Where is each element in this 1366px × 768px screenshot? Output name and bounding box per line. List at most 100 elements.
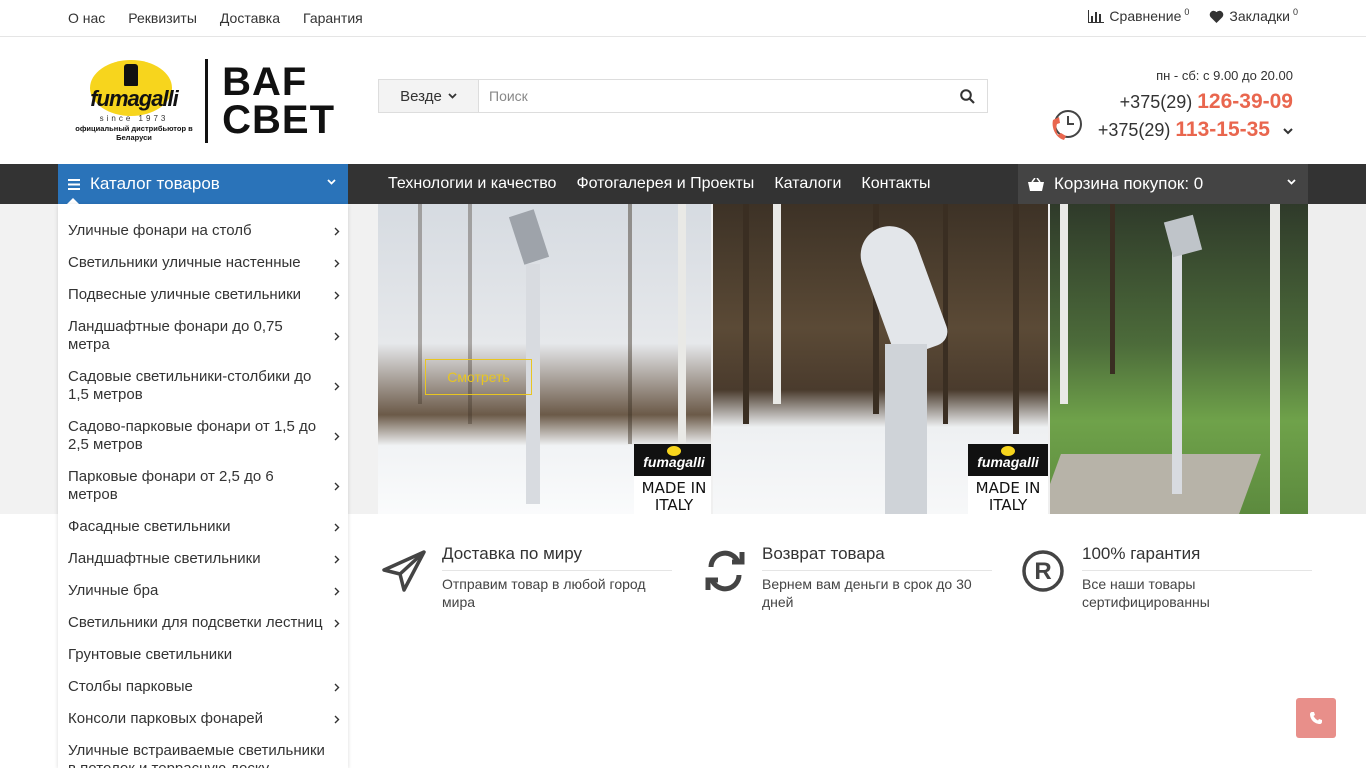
sidebar-category-item[interactable]: Уличные фонари на столб [58, 222, 348, 240]
nav-link-gallery[interactable]: Фотогалерея и Проекты [576, 175, 754, 193]
chevron-down-icon[interactable] [1283, 128, 1293, 135]
catalog-label: Каталог товаров [90, 174, 220, 193]
view-button[interactable]: Смотреть [425, 359, 532, 395]
fumagalli-badge: fumagalli MADE IN ITALY [634, 444, 711, 514]
chevron-right-icon [334, 555, 340, 564]
sidebar-category-label: Столбы парковые [68, 678, 193, 695]
badge-line-1: MADE IN [641, 479, 707, 497]
top-link-about[interactable]: О нас [68, 10, 105, 26]
sidebar-category-label: Садовые светильники-столбики до 1,5 метр… [68, 368, 312, 403]
top-link-delivery[interactable]: Доставка [220, 10, 280, 26]
distributor-label: официальный дистрибьютор в Беларуси [75, 124, 193, 142]
phone-2-prefix: +375(29) [1097, 120, 1171, 140]
cart-button[interactable]: Корзина покупок: 0 [1018, 164, 1308, 204]
badge-line-2: ITALY [654, 496, 694, 514]
feature-desc: Вернем вам деньги в срок до 30 дней [762, 576, 972, 610]
sidebar-category-item[interactable]: Садово-парковые фонари от 1,5 до 2,5 мет… [58, 418, 348, 454]
nav-link-technology[interactable]: Технологии и качество [388, 175, 556, 193]
logo-divider [205, 59, 209, 143]
sidebar-category-label: Уличные фонари на столб [68, 222, 252, 239]
sidebar-category-label: Подвесные уличные светильники [68, 286, 302, 303]
sidebar-category-item[interactable]: Уличные встраиваемые светильники в потол… [58, 742, 348, 768]
compare-label: Сравнение [1109, 8, 1182, 24]
nav-link-catalogs[interactable]: Каталоги [774, 175, 841, 193]
bookmarks-count: 0 [1292, 7, 1298, 17]
sidebar-category-item[interactable]: Парковые фонари от 2,5 до 6 метров [58, 468, 348, 504]
feature-desc: Все наши товары сертифицированны [1082, 576, 1210, 610]
logo-line-1: BAF [222, 60, 308, 104]
chevron-down-icon [327, 179, 336, 185]
chevron-right-icon [334, 259, 340, 268]
sidebar-category-item[interactable]: Консоли парковых фонарей [58, 710, 348, 728]
bookmarks-link[interactable]: Закладки 0 [1209, 7, 1298, 24]
logo-line-2: СВЕТ [222, 98, 335, 142]
sidebar-category-item[interactable]: Светильники для подсветки лестниц [58, 614, 348, 632]
sidebar-category-item[interactable]: Уличные бра [58, 582, 348, 600]
sidebar-category-label: Ландшафтные светильники [68, 550, 261, 567]
sidebar-category-item[interactable]: Ландшафтные фонари до 0,75 метра [58, 318, 348, 354]
callback-button[interactable] [1296, 698, 1336, 738]
phone-2-number: 113-15-35 [1175, 118, 1270, 141]
phone-1-number: 126-39-09 [1197, 90, 1293, 113]
top-links: О нас Реквизиты Доставка Гарантия [68, 10, 386, 26]
sidebar-category-item[interactable]: Светильники уличные настенные [58, 254, 348, 272]
banner-photo-2: fumagalli MADE IN ITALY [713, 204, 1048, 514]
sidebar-category-label: Уличные бра [68, 582, 159, 599]
phone-2[interactable]: +375(29) 113-15-35 [1098, 116, 1293, 144]
top-link-requisites[interactable]: Реквизиты [128, 10, 197, 26]
main-nav-links: Технологии и качество Фотогалерея и Прое… [388, 164, 951, 204]
compare-link[interactable]: Сравнение 0 [1088, 7, 1189, 24]
search-icon [959, 88, 975, 104]
chevron-right-icon [334, 382, 340, 391]
refresh-icon [705, 550, 745, 592]
fumagalli-wordmark: fumagalli [90, 86, 179, 111]
chevron-right-icon [334, 332, 340, 341]
search-button[interactable] [947, 80, 987, 112]
sidebar-category-item[interactable]: Столбы парковые [58, 678, 348, 696]
phone-1[interactable]: +375(29) 126-39-09 [1098, 88, 1293, 116]
badge-line-2: ITALY [988, 496, 1028, 514]
hamburger-icon [68, 178, 80, 190]
site-logo[interactable]: fumagalli since 1973 официальный дистриб… [70, 58, 335, 144]
chevron-right-icon [334, 619, 340, 628]
sidebar-category-label: Светильники уличные настенные [68, 254, 301, 271]
badge-line-1: MADE IN [975, 479, 1041, 497]
nav-link-contacts[interactable]: Контакты [861, 175, 930, 193]
sidebar-category-label: Уличные встраиваемые светильники в потол… [68, 742, 325, 768]
search-scope-dropdown[interactable]: Везде [379, 80, 479, 112]
feature-delivery: Доставка по миру Отправим товар в любой … [382, 544, 672, 614]
sidebar-category-item[interactable]: Ландшафтные светильники [58, 550, 348, 568]
catalog-button[interactable]: Каталог товаров [58, 164, 348, 205]
bar-chart-icon [1088, 9, 1105, 23]
fumagalli-badge: fumagalli MADE IN ITALY [968, 444, 1048, 514]
feature-title: 100% гарантия [1082, 544, 1312, 571]
banner-photo-3 [1050, 204, 1308, 514]
sidebar-category-item[interactable]: Садовые светильники-столбики до 1,5 метр… [58, 368, 348, 404]
top-bar: О нас Реквизиты Доставка Гарантия Сравне… [0, 0, 1366, 37]
feature-title: Доставка по миру [442, 544, 672, 571]
sidebar-category-label: Консоли парковых фонарей [68, 710, 264, 727]
feature-desc: Отправим товар в любой город мира [442, 576, 646, 610]
since-label: since 1973 [99, 114, 169, 123]
contacts-block: пн - сб: с 9.00 до 20.00 +375(29) 126-39… [1052, 68, 1293, 144]
sidebar-category-label: Парковые фонари от 2,5 до 6 метров [68, 468, 274, 503]
search-scope-label: Везде [400, 87, 442, 105]
sidebar-category-item[interactable]: Грунтовые светильники [58, 646, 348, 664]
search-bar: Везде [378, 79, 988, 113]
registered-icon: R [1022, 550, 1064, 592]
basket-icon [1028, 177, 1044, 191]
working-hours: пн - сб: с 9.00 до 20.00 [1156, 68, 1293, 83]
phone-1-prefix: +375(29) [1119, 92, 1193, 112]
feature-title: Возврат товара [762, 544, 992, 571]
sidebar-category-label: Грунтовые светильники [68, 646, 233, 663]
top-right-actions: Сравнение 0 Закладки 0 [1088, 7, 1298, 24]
sidebar-category-item[interactable]: Подвесные уличные светильники [58, 286, 348, 304]
svg-text:R: R [1034, 558, 1051, 585]
chevron-down-icon [448, 93, 457, 99]
sidebar-category-label: Фасадные светильники [68, 518, 231, 535]
paper-plane-icon [382, 550, 426, 592]
search-input[interactable] [479, 80, 947, 112]
heart-icon [1210, 10, 1224, 23]
top-link-warranty[interactable]: Гарантия [303, 10, 363, 26]
sidebar-category-item[interactable]: Фасадные светильники [58, 518, 348, 536]
